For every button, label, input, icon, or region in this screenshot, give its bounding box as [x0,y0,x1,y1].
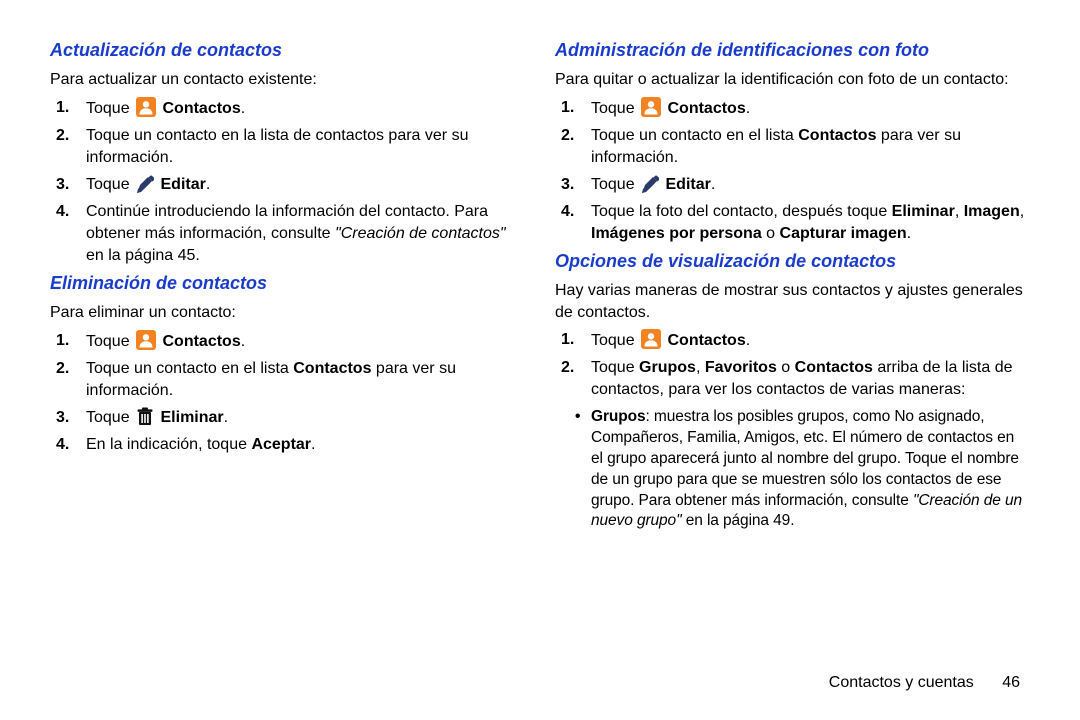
text: en la página 45. [86,247,200,264]
text: o [762,225,780,242]
text-bold: Imagen [964,203,1020,220]
bullets-opciones-vis: Grupos: muestra los posibles grupos, com… [555,407,1030,532]
page-columns: Actualización de contactos Para actualiz… [50,34,1030,538]
text: , [1020,203,1024,220]
text-bold: Aceptar [251,436,311,453]
text: . [241,333,245,350]
page-number: 46 [1002,674,1020,691]
text-bold: Eliminar [161,409,224,426]
text-bold: Grupos [591,408,646,425]
text: Toque [591,100,639,117]
text: Toque un contacto en el lista [86,360,293,377]
text: . [224,409,228,426]
step: 4. Toque la foto del contacto, después t… [591,201,1030,245]
text-bold: Contactos [163,100,241,117]
steps-admin-foto: 1. Toque Contactos. 2. Toque un contacto… [555,97,1030,245]
step: 1. Toque Contactos. [591,329,1030,352]
contacts-icon [136,97,156,117]
step: 3. Toque Editar. [591,174,1030,196]
text: o [777,359,795,376]
text-bold: Contactos [163,333,241,350]
text-bold: Contactos [668,100,746,117]
text: en la página 49. [681,512,794,529]
text-bold: Eliminar [892,203,955,220]
text-bold: Capturar imagen [780,225,907,242]
text-bold: Editar [666,176,711,193]
steps-actualizacion: 1. Toque Contactos. 2. Toque un contacto… [50,97,525,268]
text-bold: Favoritos [705,359,777,376]
left-column: Actualización de contactos Para actualiz… [50,34,525,538]
step: 1. Toque Contactos. [86,97,525,120]
pencil-icon [136,175,154,193]
text: Toque la foto del contacto, después toqu… [591,203,892,220]
text: , [955,203,964,220]
text: Toque [86,176,134,193]
intro-actualizacion: Para actualizar un contacto existente: [50,69,525,91]
text: Toque [591,176,639,193]
text: , [696,359,705,376]
contacts-icon [641,329,661,349]
step: 3. Toque Editar. [86,174,525,196]
text: . [241,100,245,117]
text-bold: Grupos [639,359,696,376]
intro-admin-foto: Para quitar o actualizar la identificaci… [555,69,1030,91]
text-bold: Contactos [293,360,371,377]
text: Toque [591,359,639,376]
step: 2. Toque un contacto en la lista de cont… [86,125,525,169]
text-bold: Contactos [798,127,876,144]
steps-opciones-vis: 1. Toque Contactos. 2. Toque Grupos, Fav… [555,329,1030,401]
text: Toque [86,409,134,426]
text-bold: Contactos [668,332,746,349]
text: Toque [86,100,134,117]
step: 1. Toque Contactos. [591,97,1030,120]
step: 4. Continúe introduciendo la información… [86,201,525,267]
text-bold: Contactos [795,359,873,376]
text: En la indicación, toque [86,436,251,453]
page-footer: Contactos y cuentas 46 [829,674,1020,692]
step: 2. Toque un contacto en el lista Contact… [86,358,525,402]
text: . [311,436,315,453]
text-bold: Editar [161,176,206,193]
text: . [907,225,911,242]
text: Toque [591,332,639,349]
text-italic: "Creación de contactos" [335,225,506,242]
text: Toque [86,333,134,350]
bullet-item: Grupos: muestra los posibles grupos, com… [591,407,1030,532]
intro-opciones-vis: Hay varias maneras de mostrar sus contac… [555,280,1030,323]
heading-eliminacion: Eliminación de contactos [50,273,525,294]
text: . [711,176,715,193]
footer-section: Contactos y cuentas [829,674,974,691]
text: Toque un contacto en la lista de contact… [86,127,468,166]
heading-opciones-vis: Opciones de visualización de contactos [555,251,1030,272]
heading-admin-foto: Administración de identificaciones con f… [555,40,1030,61]
step: 4. En la indicación, toque Aceptar. [86,434,525,456]
heading-actualizacion: Actualización de contactos [50,40,525,61]
pencil-icon [641,175,659,193]
step: 2. Toque Grupos, Favoritos o Contactos a… [591,357,1030,401]
text: Toque un contacto en el lista [591,127,798,144]
steps-eliminacion: 1. Toque Contactos. 2. Toque un contacto… [50,330,525,456]
text: . [746,100,750,117]
right-column: Administración de identificaciones con f… [555,34,1030,538]
step: 2. Toque un contacto en el lista Contact… [591,125,1030,169]
text-bold: Imágenes por persona [591,225,762,242]
step: 3. Toque Eliminar. [86,407,525,429]
text: . [206,176,210,193]
step: 1. Toque Contactos. [86,330,525,353]
intro-eliminacion: Para eliminar un contacto: [50,302,525,324]
text: . [746,332,750,349]
contacts-icon [641,97,661,117]
contacts-icon [136,330,156,350]
trash-icon [136,407,154,426]
